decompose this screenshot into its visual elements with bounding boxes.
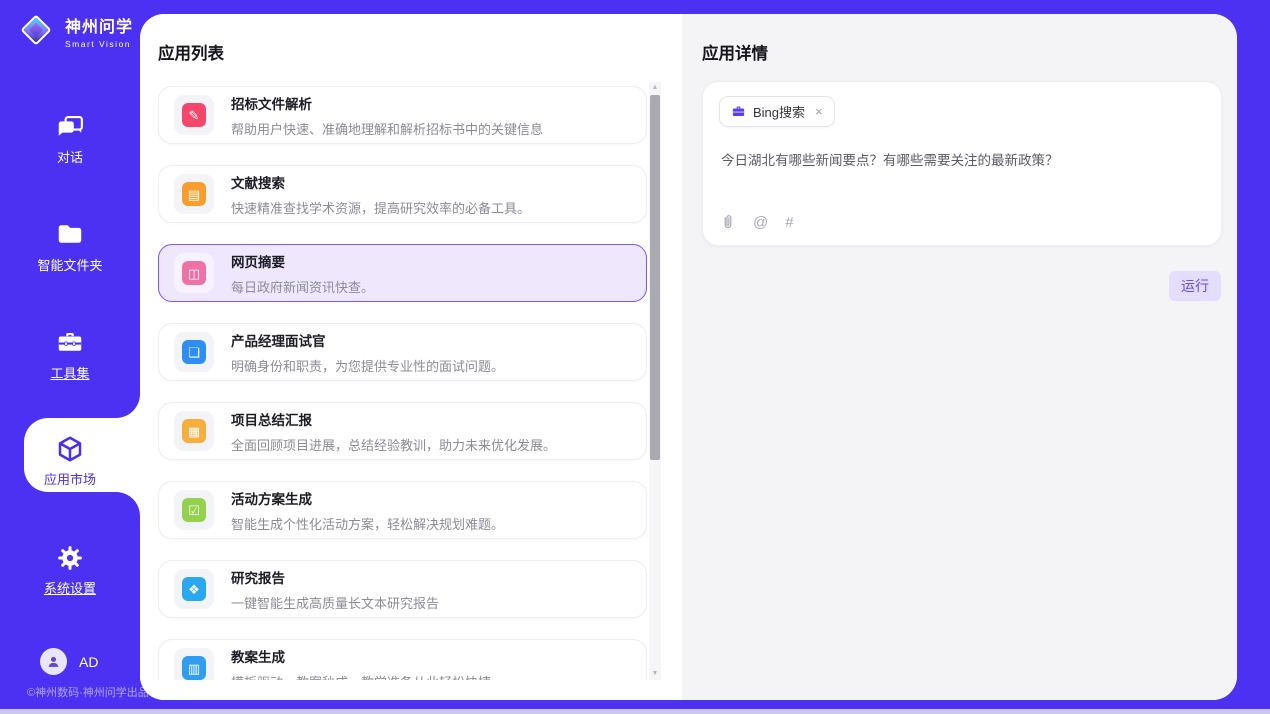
bottom-edge-strip [0, 709, 1270, 714]
app-card-desc: 帮助用户快速、准确地理解和解析招标书中的关键信息 [231, 119, 543, 138]
clipboard-check-icon: ☑ [182, 498, 206, 522]
close-icon[interactable]: × [815, 104, 823, 119]
prompt-input[interactable]: 今日湖北有哪些新闻要点？有哪些需要关注的最新政策？ [721, 151, 1201, 171]
app-card-desc: 明确身份和职责，为您提供专业性的面试问题。 [231, 356, 504, 375]
scrollbar-thumb[interactable] [650, 95, 660, 460]
browser-code-icon: ◫ [182, 261, 206, 285]
run-button[interactable]: 运行 [1169, 271, 1221, 301]
app-card-title: 项目总结汇报 [231, 409, 556, 429]
app-icon-frame: ▦ [174, 411, 214, 451]
app-card-title: 文献搜索 [231, 172, 530, 192]
note-icon: ▦ [182, 419, 206, 443]
app-icon-frame: ❖ [174, 569, 214, 609]
folder-icon [55, 220, 85, 250]
app-card-title: 教案生成 [231, 646, 491, 666]
app-card-title: 活动方案生成 [231, 488, 504, 508]
book-icon: ▤ [182, 182, 206, 206]
app-icon-frame: ◫ [174, 253, 214, 293]
bubble-curve-bottom [116, 492, 140, 516]
app-card-desc: 模板驱动，教案秒成，教学准备从此轻松快捷 [231, 672, 491, 681]
sidebar-item-label: 智能文件夹 [0, 255, 140, 274]
app-detail-title: 应用详情 [702, 40, 768, 64]
bubble-curve-top [116, 394, 140, 418]
app-list-panel: 应用列表 ✎ 招标文件解析 帮助用户快速、准确地理解和解析招标书中的关键信息 ▤… [140, 14, 682, 700]
app-card-research-report[interactable]: ❖ 研究报告 一键智能生成高质量长文本研究报告 [158, 560, 647, 618]
sidebar-item-label: 系统设置 [0, 578, 140, 597]
sidebar-item-label: 对话 [0, 147, 140, 166]
app-card-desc: 全面回顾项目进展，总结经验教训，助力未来优化发展。 [231, 435, 556, 454]
brand-subtitle: Smart Vision [65, 39, 133, 49]
logo-diamond-icon [18, 12, 56, 50]
sidebar-item-label: 工具集 [0, 363, 140, 382]
app-logo: 神州问学 Smart Vision [18, 12, 133, 50]
app-icon-frame: ❏ [174, 332, 214, 372]
pen-square-icon: ✎ [182, 103, 206, 127]
app-card-title: 产品经理面试官 [231, 330, 504, 350]
sidebar-item-settings[interactable]: 系统设置 [0, 543, 140, 597]
sidebar-item-label: 应用市场 [0, 469, 140, 488]
brand-name: 神州问学 [65, 13, 133, 37]
app-card-literature-search[interactable]: ▤ 文献搜索 快速精准查找学术资源，提高研究效率的必备工具。 [158, 165, 647, 223]
avatar [40, 648, 67, 675]
sidebar-item-chat[interactable]: 对话 [0, 112, 140, 166]
document-icon: ❏ [182, 340, 206, 364]
app-card-desc: 智能生成个性化活动方案，轻松解决规划难题。 [231, 514, 504, 533]
copyright-footer: ©神州数码·神州问学出品 [27, 684, 149, 700]
app-card-title: 招标文件解析 [231, 93, 543, 113]
sidebar-item-toolset[interactable]: 工具集 [0, 328, 140, 382]
tool-tag-label: Bing搜索 [753, 102, 805, 121]
main-content: 应用列表 ✎ 招标文件解析 帮助用户快速、准确地理解和解析招标书中的关键信息 ▤… [140, 14, 1237, 700]
attachment-toolbar: @ # [720, 213, 794, 231]
app-card-web-summary[interactable]: ◫ 网页摘要 每日政府新闻资讯快查。 [158, 244, 647, 302]
app-card-lesson-plan[interactable]: ▥ 教案生成 模板驱动，教案秒成，教学准备从此轻松快捷 [158, 639, 647, 680]
sidebar-item-app-market[interactable]: 应用市场 [0, 434, 140, 488]
app-list: ✎ 招标文件解析 帮助用户快速、准确地理解和解析招标书中的关键信息 ▤ 文献搜索… [158, 86, 647, 680]
app-icon-frame: ▤ [174, 174, 214, 214]
app-card-event-plan[interactable]: ☑ 活动方案生成 智能生成个性化活动方案，轻松解决规划难题。 [158, 481, 647, 539]
toolbox-icon [55, 328, 85, 358]
app-card-pm-interviewer[interactable]: ❏ 产品经理面试官 明确身份和职责，为您提供专业性的面试问题。 [158, 323, 647, 381]
app-card-desc: 每日政府新闻资讯快查。 [231, 277, 374, 296]
app-list-title: 应用列表 [158, 40, 224, 64]
briefcase-icon [731, 104, 746, 119]
app-card-desc: 一键智能生成高质量长文本研究报告 [231, 593, 439, 612]
app-card-title: 研究报告 [231, 567, 439, 587]
app-icon-frame: ✎ [174, 95, 214, 135]
books-icon: ▥ [182, 656, 206, 680]
app-icon-frame: ☑ [174, 490, 214, 530]
hash-icon[interactable]: # [785, 215, 793, 230]
app-card-desc: 快速精准查找学术资源，提高研究效率的必备工具。 [231, 198, 530, 217]
user-account[interactable]: AD [40, 648, 98, 675]
scroll-up-icon[interactable]: ▲ [649, 82, 661, 94]
prompt-card: Bing搜索 × 今日湖北有哪些新闻要点？有哪些需要关注的最新政策？ @ # [702, 81, 1222, 246]
scroll-down-icon[interactable]: ▼ [649, 668, 661, 680]
chat-icon [55, 112, 85, 142]
app-card-project-summary[interactable]: ▦ 项目总结汇报 全面回顾项目进展，总结经验教训，助力未来优化发展。 [158, 402, 647, 460]
microscope-icon: ❖ [182, 577, 206, 601]
sidebar-item-smart-folder[interactable]: 智能文件夹 [0, 220, 140, 274]
tool-tag-bing-search[interactable]: Bing搜索 × [719, 96, 835, 127]
sidebar: 神州问学 Smart Vision 对话 智能文件夹 工具 [0, 0, 140, 709]
at-icon[interactable]: @ [753, 215, 768, 230]
cube-icon [55, 434, 85, 464]
app-icon-frame: ▥ [174, 648, 214, 680]
user-name: AD [79, 654, 98, 670]
app-card-bid-analysis[interactable]: ✎ 招标文件解析 帮助用户快速、准确地理解和解析招标书中的关键信息 [158, 86, 647, 144]
app-card-title: 网页摘要 [231, 251, 374, 271]
app-detail-panel: 应用详情 Bing搜索 × 今日湖北有哪些新闻要点？有哪些需要关注的最新政策？ [682, 14, 1237, 700]
paperclip-icon[interactable] [720, 213, 736, 231]
app-list-scrollbar[interactable]: ▲ ▼ [649, 82, 661, 680]
gear-icon [55, 543, 85, 573]
person-icon [45, 653, 62, 670]
